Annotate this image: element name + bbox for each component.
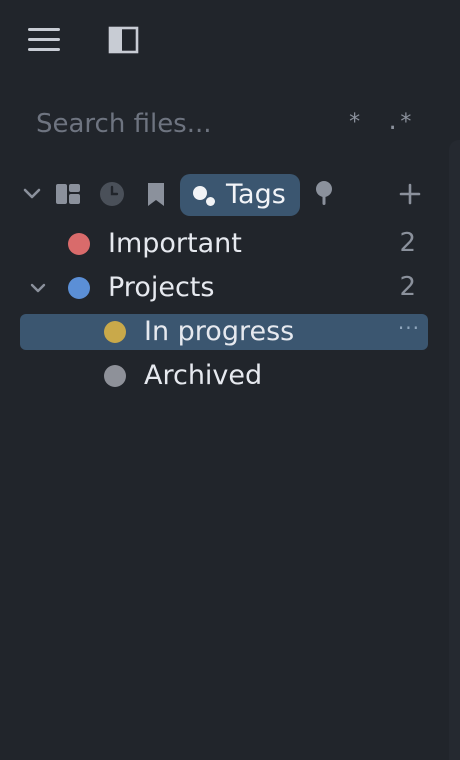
more-options-icon[interactable]: ··· bbox=[398, 316, 420, 340]
plus-icon[interactable] bbox=[394, 178, 426, 210]
tag-label: Archived bbox=[144, 360, 263, 391]
layout-icon[interactable] bbox=[52, 178, 84, 210]
tags-icon bbox=[193, 186, 207, 200]
search-bar: * .* bbox=[20, 98, 432, 150]
view-toolbar: Tags bbox=[0, 170, 460, 220]
tag-item-projects[interactable]: Projects 2 bbox=[20, 270, 428, 306]
collapse-chevron-icon[interactable] bbox=[16, 178, 48, 210]
top-bar bbox=[0, 0, 460, 80]
tag-count: 2 bbox=[399, 228, 416, 258]
tag-label: Projects bbox=[108, 272, 215, 303]
tag-count: 2 bbox=[399, 272, 416, 302]
tab-tags[interactable]: Tags bbox=[180, 174, 300, 216]
regex-toggle[interactable]: .* bbox=[386, 110, 413, 135]
tag-color-dot bbox=[68, 233, 90, 255]
tag-color-dot bbox=[68, 277, 90, 299]
tag-label: Important bbox=[108, 228, 242, 259]
glob-toggle[interactable]: * bbox=[348, 110, 361, 135]
toggle-sidebar-icon[interactable] bbox=[106, 24, 142, 56]
tag-item-important[interactable]: Important 2 bbox=[20, 226, 428, 262]
clock-icon[interactable] bbox=[96, 178, 128, 210]
tag-label: In progress bbox=[144, 316, 295, 347]
tag-color-dot bbox=[104, 365, 126, 387]
hamburger-menu-icon[interactable] bbox=[26, 26, 62, 56]
bookmark-icon[interactable] bbox=[140, 178, 172, 210]
tag-color-dot bbox=[104, 321, 126, 343]
scrollbar-track[interactable] bbox=[449, 140, 460, 760]
tag-item-archived[interactable]: Archived bbox=[20, 358, 428, 394]
tab-tags-label: Tags bbox=[226, 179, 286, 210]
pin-icon[interactable] bbox=[308, 178, 340, 210]
tag-item-in-progress[interactable]: In progress ··· bbox=[20, 314, 428, 350]
expand-chevron-icon[interactable] bbox=[28, 278, 48, 298]
search-input[interactable] bbox=[20, 98, 320, 150]
